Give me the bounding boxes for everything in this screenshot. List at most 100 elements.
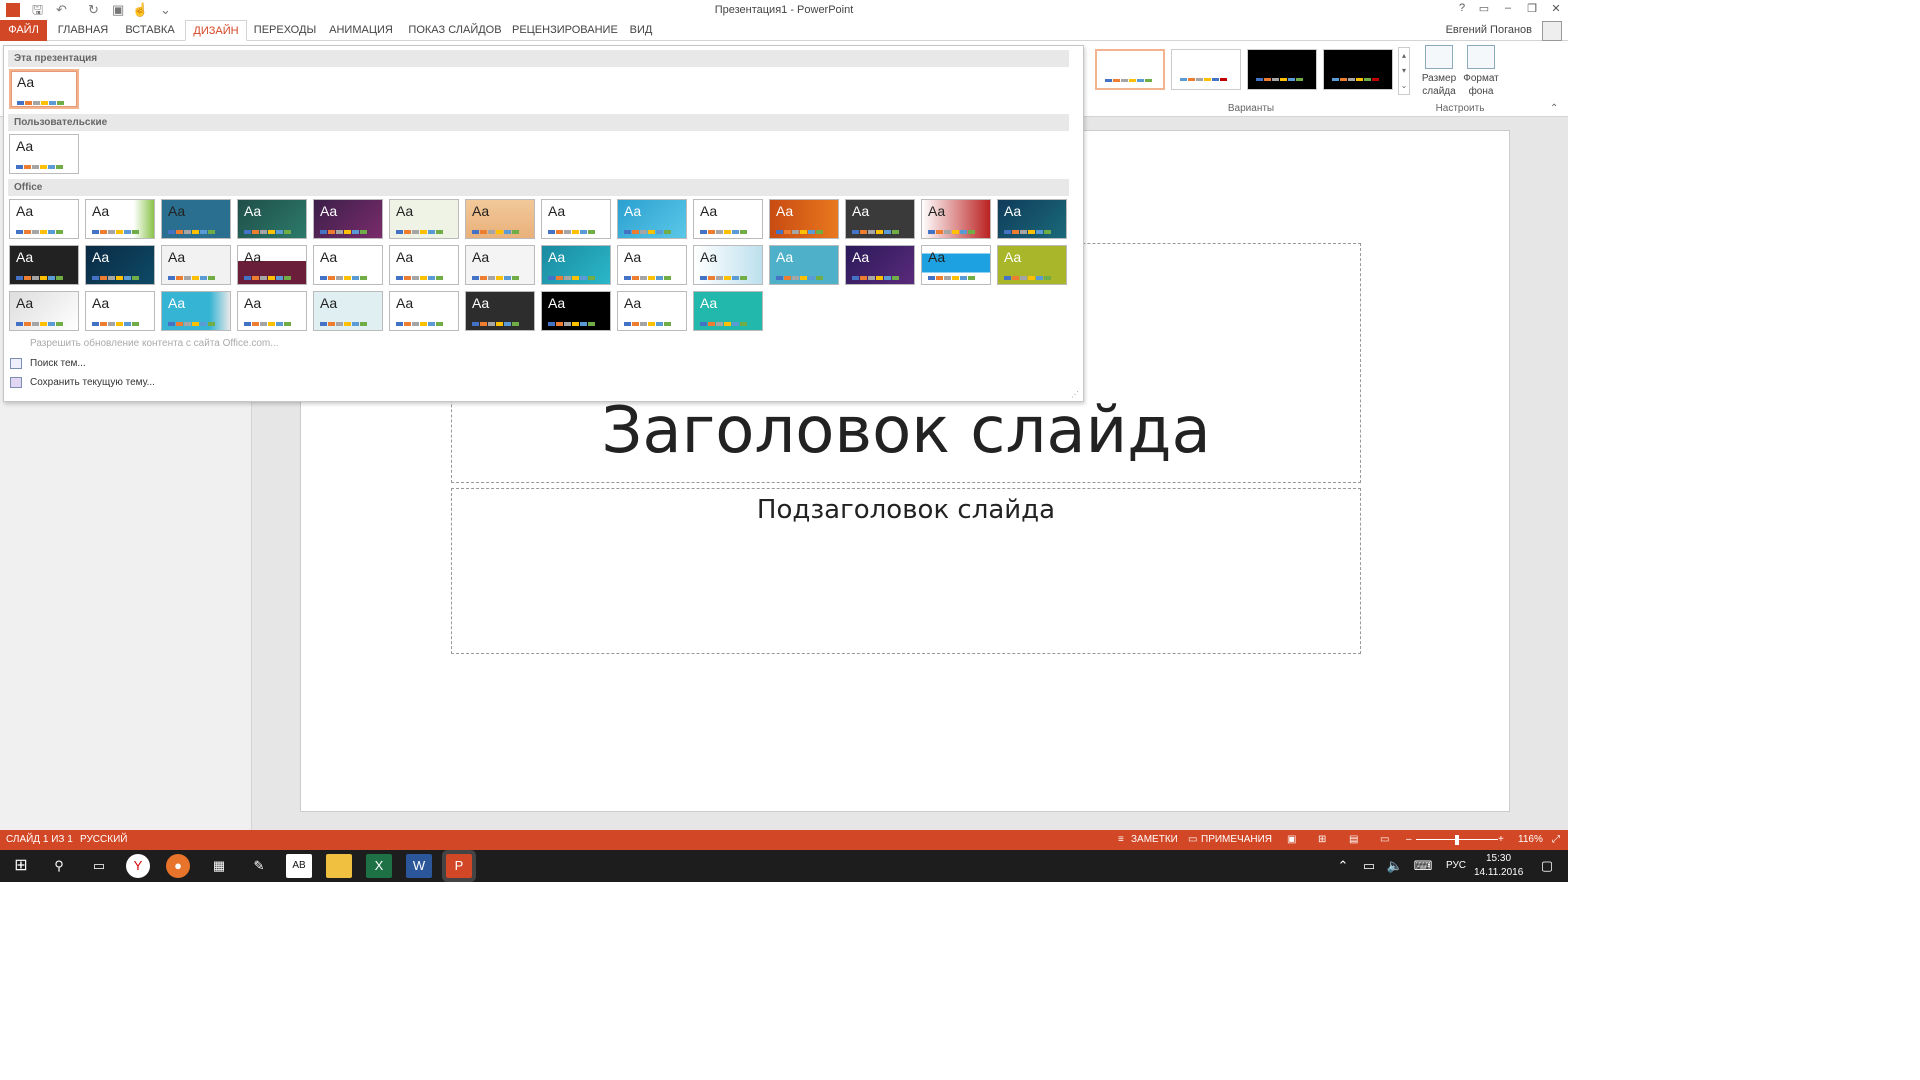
theme-office-1[interactable]: Aa: [9, 199, 79, 239]
resize-grip-icon[interactable]: ⋰: [1071, 390, 1079, 399]
theme-office-7[interactable]: Aa: [465, 199, 535, 239]
network-icon[interactable]: ▭: [1356, 854, 1382, 878]
slide-sorter-icon[interactable]: ⊞: [1318, 830, 1326, 850]
comments-button[interactable]: ПРИМЕЧАНИЯ: [1201, 830, 1272, 850]
tab-slide-show[interactable]: ПОКАЗ СЛАЙДОВ: [404, 20, 506, 41]
variant-3[interactable]: [1247, 49, 1317, 90]
theme-office-9[interactable]: Aa: [617, 199, 687, 239]
theme-office-13[interactable]: Aa: [921, 199, 991, 239]
theme-office-27[interactable]: Aa: [921, 245, 991, 285]
theme-office-36[interactable]: Aa: [541, 291, 611, 331]
slide-subtitle[interactable]: Подзаголовок слайда: [452, 495, 1360, 525]
theme-custom[interactable]: Aa: [9, 134, 79, 174]
slide-size-button[interactable]: Размер слайда: [1418, 45, 1460, 98]
close-icon[interactable]: ✕: [1546, 2, 1566, 15]
zoom-in-icon[interactable]: +: [1498, 830, 1504, 850]
theme-office-35[interactable]: Aa: [465, 291, 535, 331]
clock-date[interactable]: 14.11.2016: [1474, 867, 1523, 878]
firefox-icon[interactable]: ●: [166, 854, 190, 878]
notes-button[interactable]: ЗАМЕТКИ: [1131, 830, 1178, 850]
zoom-out-icon[interactable]: –: [1406, 830, 1412, 850]
theme-office-31[interactable]: Aa: [161, 291, 231, 331]
tab-animations[interactable]: АНИМАЦИЯ: [324, 20, 398, 41]
tab-file[interactable]: ФАЙЛ: [0, 20, 47, 41]
tab-design[interactable]: ДИЗАЙН: [185, 20, 247, 41]
theme-office-12[interactable]: Aa: [845, 199, 915, 239]
tray-chevron-icon[interactable]: ⌃: [1330, 854, 1356, 878]
file-explorer-icon[interactable]: [326, 854, 352, 878]
excel-icon[interactable]: X: [366, 854, 392, 878]
keyboard-icon[interactable]: ⌨: [1410, 854, 1436, 878]
help-icon[interactable]: ?: [1452, 2, 1472, 14]
collapse-ribbon-icon[interactable]: ⌃: [1550, 103, 1558, 114]
theme-office-4[interactable]: Aa: [237, 199, 307, 239]
search-icon[interactable]: ⚲: [46, 854, 72, 878]
theme-office-20[interactable]: Aa: [389, 245, 459, 285]
variant-1[interactable]: [1095, 49, 1165, 90]
variant-4[interactable]: [1323, 49, 1393, 90]
slide-show-icon[interactable]: ▭: [1380, 830, 1389, 850]
normal-view-icon[interactable]: ▣: [1287, 830, 1296, 850]
powerpoint-icon[interactable]: P: [446, 854, 472, 878]
theme-current[interactable]: Aa: [9, 69, 79, 109]
abbyy-icon[interactable]: AB: [286, 854, 312, 878]
theme-office-37[interactable]: Aa: [617, 291, 687, 331]
theme-office-2[interactable]: Aa: [85, 199, 155, 239]
theme-office-29[interactable]: Aa: [9, 291, 79, 331]
volume-icon[interactable]: 🔈: [1382, 854, 1408, 878]
minimize-icon[interactable]: –: [1498, 2, 1518, 14]
theme-office-28[interactable]: Aa: [997, 245, 1067, 285]
zoom-slider-thumb[interactable]: [1455, 835, 1459, 845]
theme-office-11[interactable]: Aa: [769, 199, 839, 239]
windows-start-icon[interactable]: ⊞: [8, 854, 34, 878]
theme-office-5[interactable]: Aa: [313, 199, 383, 239]
theme-office-23[interactable]: Aa: [617, 245, 687, 285]
action-center-icon[interactable]: ▢: [1534, 854, 1560, 878]
format-background-button[interactable]: Формат фона: [1460, 45, 1502, 98]
theme-office-14[interactable]: Aa: [997, 199, 1067, 239]
tab-home[interactable]: ГЛАВНАЯ: [52, 20, 114, 41]
subtitle-placeholder[interactable]: Подзаголовок слайда: [451, 488, 1361, 654]
browse-themes-item[interactable]: Поиск тем...: [30, 358, 86, 369]
theme-office-3[interactable]: Aa: [161, 199, 231, 239]
app-icon[interactable]: ✎: [246, 854, 272, 878]
theme-office-8[interactable]: Aa: [541, 199, 611, 239]
theme-office-38[interactable]: Aa: [693, 291, 763, 331]
theme-office-24[interactable]: Aa: [693, 245, 763, 285]
reading-view-icon[interactable]: ▤: [1349, 830, 1358, 850]
fit-to-window-icon[interactable]: ⤢: [1552, 830, 1560, 850]
ribbon-display-icon[interactable]: ▭: [1474, 2, 1494, 15]
tab-review[interactable]: РЕЦЕНЗИРОВАНИЕ: [512, 20, 618, 41]
theme-office-22[interactable]: Aa: [541, 245, 611, 285]
calculator-icon[interactable]: ▦: [206, 854, 232, 878]
clock-time[interactable]: 15:30: [1486, 853, 1511, 864]
user-name[interactable]: Евгений Поганов: [1446, 24, 1532, 36]
word-icon[interactable]: W: [406, 854, 432, 878]
theme-office-15[interactable]: Aa: [9, 245, 79, 285]
variants-more-icon[interactable]: ▴ ▾ ⌄: [1398, 47, 1410, 95]
theme-office-33[interactable]: Aa: [313, 291, 383, 331]
variant-2[interactable]: [1171, 49, 1241, 90]
theme-office-10[interactable]: Aa: [693, 199, 763, 239]
slide-title[interactable]: Заголовок слайда: [452, 394, 1360, 468]
yandex-browser-icon[interactable]: Y: [126, 854, 150, 878]
tab-transitions[interactable]: ПЕРЕХОДЫ: [252, 20, 318, 41]
theme-office-34[interactable]: Aa: [389, 291, 459, 331]
language-indicator[interactable]: РУССКИЙ: [80, 830, 127, 850]
tab-view[interactable]: ВИД: [620, 20, 662, 41]
theme-office-18[interactable]: Aa: [237, 245, 307, 285]
theme-office-21[interactable]: Aa: [465, 245, 535, 285]
theme-office-32[interactable]: Aa: [237, 291, 307, 331]
theme-office-16[interactable]: Aa: [85, 245, 155, 285]
theme-office-30[interactable]: Aa: [85, 291, 155, 331]
task-view-icon[interactable]: ▭: [86, 854, 112, 878]
theme-office-26[interactable]: Aa: [845, 245, 915, 285]
input-language[interactable]: РУС: [1446, 860, 1466, 871]
theme-office-6[interactable]: Aa: [389, 199, 459, 239]
save-theme-item[interactable]: Сохранить текущую тему...: [30, 377, 155, 388]
theme-office-25[interactable]: Aa: [769, 245, 839, 285]
tab-insert[interactable]: ВСТАВКА: [120, 20, 180, 41]
zoom-level[interactable]: 116%: [1518, 830, 1543, 850]
theme-office-19[interactable]: Aa: [313, 245, 383, 285]
restore-icon[interactable]: ❐: [1522, 2, 1542, 15]
